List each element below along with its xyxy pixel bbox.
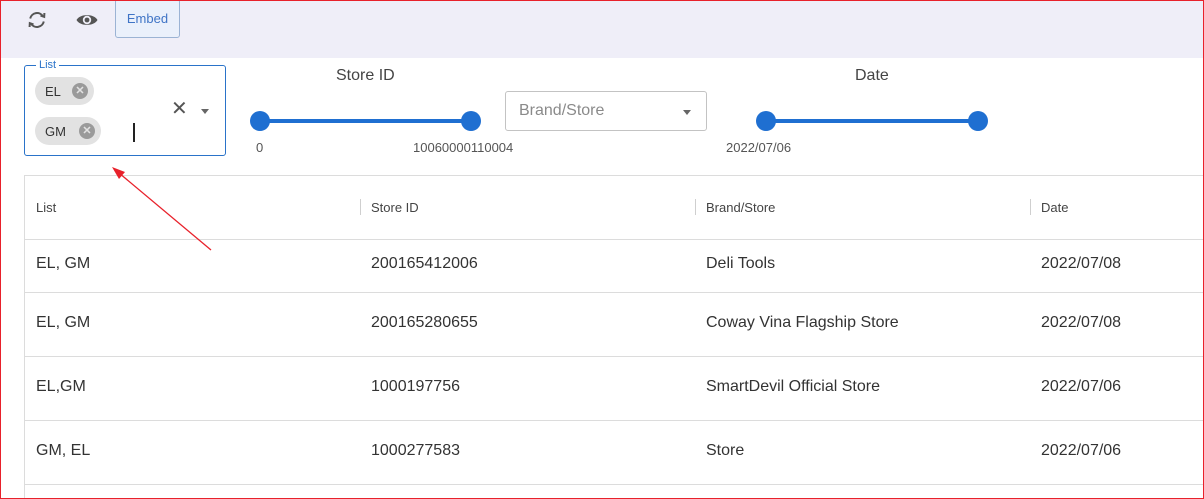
cell-date: 2022/07/06 [1041,442,1122,459]
cell-brand-store: Coway Vina Flagship Store [706,314,899,331]
cell-list: EL,GM [36,378,86,395]
close-icon[interactable]: ✕ [171,99,188,119]
column-header-list[interactable]: List [36,200,56,215]
data-table: List Store ID Brand/Store Date EL, GM 20… [24,175,1203,498]
chip-label: GM [45,123,66,139]
close-circle-icon[interactable]: ✕ [79,123,95,139]
cell-date: 2022/07/06 [1041,378,1122,395]
table-header: List Store ID Brand/Store Date [25,176,1203,240]
cell-store-id: 200165412006 [371,255,478,272]
cell-brand-store: Store [706,442,745,459]
chip-el[interactable]: EL ✕ [35,77,94,105]
date-max-thumb[interactable] [968,111,988,131]
store-id-title: Store ID [336,67,395,84]
table-row[interactable]: GM, EL 1000277583 Store 2022/07/06 [25,421,1203,485]
chevron-down-icon[interactable] [201,109,209,114]
chevron-down-icon[interactable] [683,110,691,115]
store-id-max-value: 10060000110004 [413,140,514,155]
column-separator[interactable] [360,199,361,215]
cell-date: 2022/07/08 [1041,255,1122,272]
table-row[interactable]: EL, GM 200165280655 Coway Vina Flagship … [25,293,1203,357]
list-legend: List [36,58,60,72]
cell-list: GM, EL [36,442,91,459]
date-min-value: 2022/07/06 [726,140,792,155]
chip-gm[interactable]: GM ✕ [35,117,101,145]
date-track[interactable] [766,119,978,123]
column-header-store-id[interactable]: Store ID [371,200,419,215]
refresh-icon[interactable] [24,7,50,33]
brand-store-select[interactable]: Brand/Store [505,91,707,131]
text-caret[interactable] [133,123,135,142]
toolbar: Embed [1,1,1203,58]
store-id-min-thumb[interactable] [250,111,270,131]
cell-store-id: 1000197756 [371,378,460,395]
store-id-max-thumb[interactable] [461,111,481,131]
table-row[interactable]: EL, GM 200165412006 Deli Tools 2022/07/0… [25,239,1203,293]
chip-label: EL [45,83,61,99]
cell-store-id: 200165280655 [371,314,478,331]
eye-icon[interactable] [74,7,100,33]
store-id-min-value: 0 [256,140,264,155]
cell-brand-store: SmartDevil Official Store [706,378,880,395]
cell-store-id: 1000277583 [371,442,460,459]
date-min-thumb[interactable] [756,111,776,131]
column-header-date[interactable]: Date [1041,200,1068,215]
table-row[interactable]: EL,GM 1000197756 SmartDevil Official Sto… [25,357,1203,421]
date-title: Date [855,67,889,84]
list-multiselect[interactable]: List EL ✕ GM ✕ ✕ [24,58,226,156]
cell-date: 2022/07/08 [1041,314,1122,331]
column-separator[interactable] [1030,199,1031,215]
cell-list: EL, GM [36,314,91,331]
store-id-track[interactable] [260,119,471,123]
column-header-brand-store[interactable]: Brand/Store [706,200,775,215]
brand-store-placeholder: Brand/Store [519,102,605,119]
cell-brand-store: Deli Tools [706,255,776,272]
column-separator[interactable] [695,199,696,215]
embed-button[interactable]: Embed [115,1,180,38]
close-circle-icon[interactable]: ✕ [72,83,88,99]
cell-list: EL, GM [36,255,91,272]
app-frame: Embed List EL ✕ GM ✕ ✕ Store ID 0 100600… [0,0,1204,499]
